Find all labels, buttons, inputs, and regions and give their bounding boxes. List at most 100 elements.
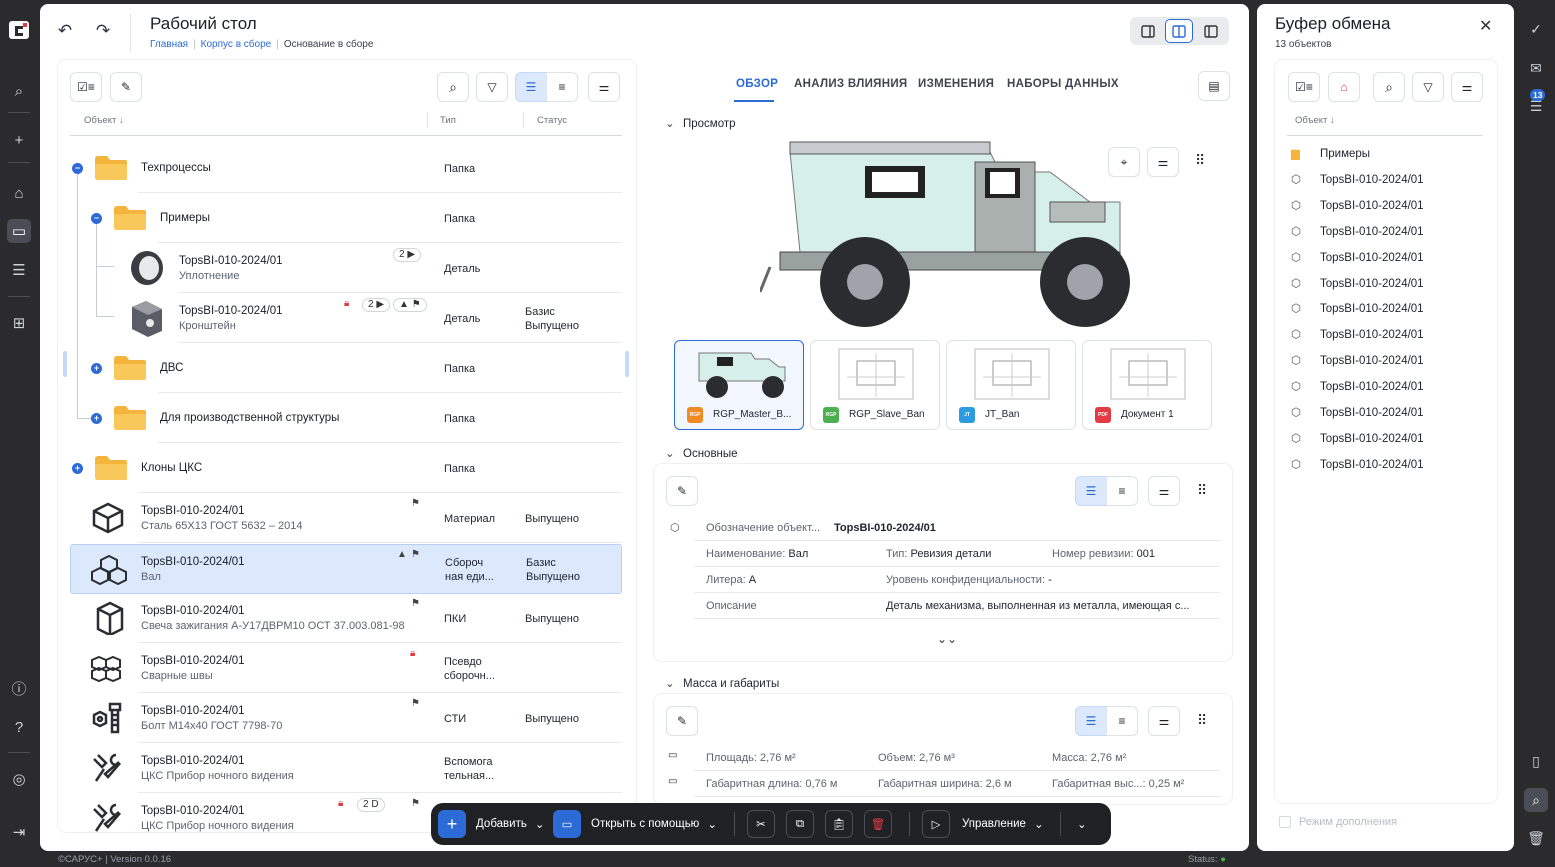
home-icon[interactable]: ⌂	[7, 181, 31, 205]
vehicle-3d-preview[interactable]	[760, 132, 1140, 327]
tree-row-selected[interactable]: TopsBI-010-2024/01 Вал ▲ ⚑ Сбороч ная ед…	[70, 544, 622, 594]
clipboard-item[interactable]: ⬡ TopsBI-010-2024/01	[1291, 405, 1424, 419]
cut-button[interactable]: ✂	[747, 810, 775, 838]
thumbnail-rgp-slave[interactable]: RGP RGP_Slave_Ban	[810, 340, 940, 430]
tree-row[interactable]: TopsBI-010-2024/01 ЦКС Прибор ночного ви…	[70, 743, 622, 793]
more-actions-button[interactable]: ⌄	[1077, 810, 1087, 838]
clear-clipboard-button[interactable]: ⌂	[1328, 72, 1360, 102]
info-icon[interactable]: ⓘ	[7, 676, 31, 700]
layout-right-panel-icon[interactable]	[1197, 19, 1225, 43]
drag-handle-icon[interactable]: ⠿	[1197, 482, 1207, 499]
tab-overview[interactable]: ОБЗОР	[736, 78, 778, 90]
clipboard-item[interactable]: ⬡ TopsBI-010-2024/01	[1291, 457, 1424, 471]
tree-row[interactable]: + Для производственной структуры Папка	[70, 393, 622, 443]
column-object[interactable]: Объект ↓	[84, 115, 124, 126]
tree-row[interactable]: TopsBI-010-2024/01 Сварные швы 🔒︎ Псевдо…	[70, 643, 622, 693]
list-view-compact-button[interactable]: ≡	[1106, 476, 1138, 506]
clipboard-item[interactable]: ⬡ TopsBI-010-2024/01	[1291, 172, 1424, 186]
status-flags[interactable]: ▲ ⚑	[393, 298, 427, 312]
tree-row[interactable]: TopsBI-010-2024/01 Уплотнение 2 ▶ Деталь	[70, 243, 622, 293]
edit-button[interactable]: ✎	[666, 706, 698, 736]
drag-handle-icon[interactable]: ⠿	[1195, 152, 1205, 169]
breadcrumb-assembly[interactable]: Корпус в сборе	[201, 39, 272, 50]
breadcrumb-home[interactable]: Главная	[150, 39, 188, 50]
tree-row[interactable]: TopsBI-010-2024/01 Кронштейн 🔒︎ 2 ▶ ▲ ⚑ …	[70, 293, 622, 343]
basic-section-header[interactable]: ⌄ Основные	[665, 446, 738, 460]
database-icon[interactable]: ☰	[7, 258, 31, 282]
collapse-icon[interactable]: −	[72, 163, 83, 174]
search-button[interactable]: ⌕	[1373, 72, 1405, 102]
redo-button[interactable]: ↷	[90, 18, 116, 44]
clipboard-item[interactable]: ⬡ TopsBI-010-2024/01	[1291, 224, 1424, 238]
expand-icon[interactable]: +	[91, 363, 102, 374]
close-icon[interactable]: ✕	[1479, 16, 1492, 36]
revision-badge[interactable]: 2 ▶	[393, 248, 422, 262]
list-view-detailed-button[interactable]: ☰	[1075, 476, 1107, 506]
tab-datasets[interactable]: НАБОРЫ ДАННЫХ	[1007, 78, 1119, 90]
desktop-icon[interactable]: ▭	[7, 219, 31, 243]
clipboard-item[interactable]: ⬡ TopsBI-010-2024/01	[1291, 301, 1424, 315]
clipboard-search-icon[interactable]: ⌕	[1524, 788, 1548, 812]
column-status[interactable]: Статус	[537, 115, 567, 126]
column-type[interactable]: Тип	[440, 115, 456, 126]
clipboard-item[interactable]: ⬡ TopsBI-010-2024/01	[1291, 431, 1424, 445]
list-view-detailed-button[interactable]: ☰	[515, 72, 547, 102]
tree-row[interactable]: − Техпроцессы Папка	[70, 143, 622, 193]
manage-button[interactable]: ▷ Управление ⌄	[922, 810, 1044, 838]
settings-sliders-button[interactable]: ⚌	[1148, 706, 1180, 736]
tab-changes[interactable]: ИЗМЕНЕНИЯ	[918, 78, 994, 90]
copy-button[interactable]: ⧉	[786, 810, 814, 838]
clipboard-item[interactable]: ⬡ TopsBI-010-2024/01	[1291, 250, 1424, 264]
delete-button[interactable]: 🗑︎	[864, 810, 892, 838]
fit-view-button[interactable]: ⌖	[1108, 147, 1140, 177]
expand-icon[interactable]: +	[72, 463, 83, 474]
apps-grid-icon[interactable]: ⊞	[7, 311, 31, 335]
list-view-compact-button[interactable]: ≡	[1106, 706, 1138, 736]
clipboard-item[interactable]: ⬡ TopsBI-010-2024/01	[1291, 379, 1424, 393]
help-icon[interactable]: ?	[7, 715, 31, 739]
thumbnail-document[interactable]: PDF Документ 1	[1082, 340, 1212, 430]
revision-badge[interactable]: 2 D	[357, 798, 385, 812]
revision-badge[interactable]: 2 ▶	[362, 298, 391, 312]
settings-sliders-button[interactable]: ⚌	[1451, 72, 1483, 102]
multi-select-button[interactable]: ☑≡	[1288, 72, 1320, 102]
mail-icon[interactable]: ✉	[1524, 56, 1548, 80]
plus-icon[interactable]: +	[7, 128, 31, 152]
tree-row[interactable]: − Примеры Папка	[70, 193, 622, 243]
expand-more-icon[interactable]: ⌄⌄	[937, 632, 957, 646]
tree-row[interactable]: + ДВС Папка	[63, 343, 629, 393]
drag-handle-icon[interactable]: ⠿	[1197, 712, 1207, 729]
collapse-icon[interactable]: −	[91, 213, 102, 224]
layout-split-icon[interactable]	[1165, 19, 1194, 43]
settings-sliders-button[interactable]: ⚌	[1148, 476, 1180, 506]
preview-settings-button[interactable]: ⚌	[1147, 147, 1179, 177]
tasks-check-icon[interactable]: ✓	[1524, 17, 1548, 41]
paste-button[interactable]: 📋︎	[825, 810, 853, 838]
mass-section-header[interactable]: ⌄ Масса и габариты	[665, 676, 779, 690]
filter-button[interactable]: ▽	[476, 72, 508, 102]
thumbnail-jt[interactable]: JT JT_Ban	[946, 340, 1076, 430]
undo-button[interactable]: ↶	[52, 18, 78, 44]
list-view-compact-button[interactable]: ≡	[546, 72, 578, 102]
panel-layout-button[interactable]: ▤	[1198, 71, 1230, 101]
edit-button[interactable]: ✎	[110, 72, 142, 102]
tree-row[interactable]: TopsBI-010-2024/01 Болт М14х40 ГОСТ 7798…	[70, 693, 622, 743]
list-view-detailed-button[interactable]: ☰	[1075, 706, 1107, 736]
open-with-button[interactable]: ▭ Открыть с помощью ⌄	[553, 810, 717, 838]
clipboard-item[interactable]: ⬡ TopsBI-010-2024/01	[1291, 353, 1424, 367]
user-icon[interactable]: ◎	[7, 767, 31, 791]
clipboard-item[interactable]: ⬡ TopsBI-010-2024/01	[1291, 276, 1424, 290]
tree-row[interactable]: TopsBI-010-2024/01 Сталь 65Х13 ГОСТ 5632…	[70, 493, 622, 543]
clipboard-item[interactable]: ⬡ TopsBI-010-2024/01	[1291, 198, 1424, 212]
collapse-sidebar-icon[interactable]: ⇥	[7, 820, 31, 844]
multi-select-button[interactable]: ☑≡	[70, 72, 102, 102]
settings-sliders-button[interactable]: ⚌	[588, 72, 620, 102]
search-icon[interactable]: ⌕	[7, 79, 31, 103]
tab-impact-analysis[interactable]: АНАЛИЗ ВЛИЯНИЯ	[794, 78, 907, 90]
expand-icon[interactable]: +	[91, 413, 102, 424]
layout-left-panel-icon[interactable]	[1134, 19, 1162, 43]
bookmark-icon[interactable]: ▯	[1524, 749, 1548, 773]
tree-row[interactable]: + Клоны ЦКС Папка	[70, 443, 622, 493]
preview-section-header[interactable]: ⌄ Просмотр	[665, 116, 736, 130]
append-mode-checkbox[interactable]: Режим дополнения	[1279, 816, 1397, 829]
